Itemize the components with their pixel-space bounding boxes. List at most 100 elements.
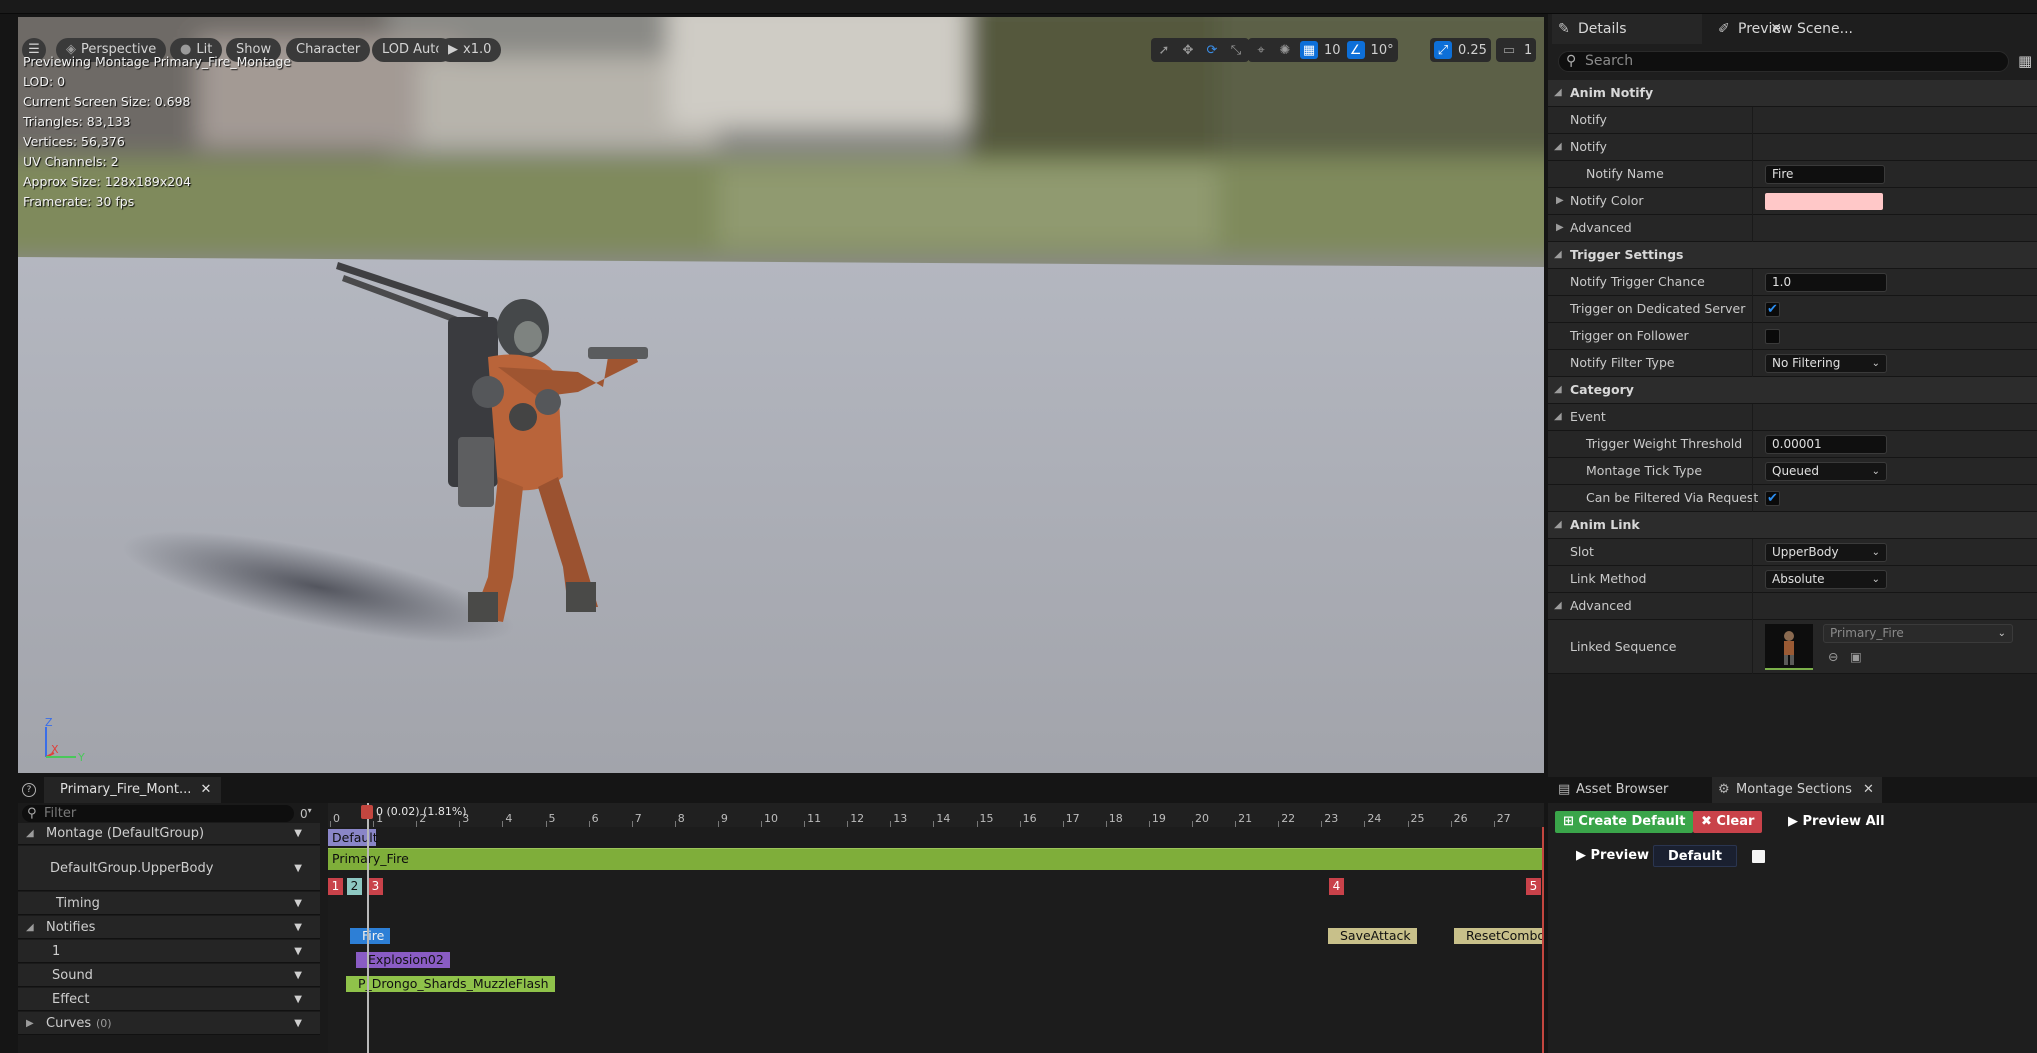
timing-marker-2[interactable]: 2 bbox=[347, 878, 362, 895]
category-anim-link[interactable]: ◢ Anim Link bbox=[1548, 512, 2037, 539]
track-timing[interactable]: Timing ▼ bbox=[18, 892, 320, 915]
tab-details[interactable]: ✎ Details ✕ bbox=[1552, 14, 1782, 44]
segment-primary-fire[interactable]: Primary_Fire bbox=[328, 848, 1544, 870]
section-loop-checkbox[interactable] bbox=[1752, 850, 1765, 863]
trigger-chance-field[interactable]: 1.0 bbox=[1765, 273, 1887, 292]
rotate-icon[interactable]: ⟳ bbox=[1203, 41, 1221, 59]
tab-primary-fire-montage[interactable]: Primary_Fire_Mont... ✕ bbox=[44, 777, 222, 803]
row-advanced-a[interactable]: ▶ Advanced bbox=[1548, 215, 2037, 242]
notify-explosion[interactable]: Explosion02 bbox=[356, 952, 450, 968]
row-filter-type: Notify Filter Type No Filtering ⌄ bbox=[1548, 350, 2037, 377]
filter-type-dropdown[interactable]: No Filtering ⌄ bbox=[1765, 354, 1887, 373]
notify-save-attack[interactable]: SaveAttack bbox=[1328, 928, 1417, 944]
category-category[interactable]: ◢ Category bbox=[1548, 377, 2037, 404]
rotation-snap-icon[interactable]: ∠ bbox=[1346, 41, 1365, 59]
timeline-filter-input[interactable]: ⚲ Filter bbox=[22, 805, 294, 822]
track-montage-group[interactable]: ◢ Montage (DefaultGroup) ▼ bbox=[18, 823, 320, 845]
track-notify-1[interactable]: 1 ▼ bbox=[18, 940, 320, 963]
time-ruler[interactable]: 0 1 2 3 4 5 6 7 8 9 10 11 12 13 14 15 16 17 18 19 20 21 22 23 24… bbox=[328, 803, 1544, 827]
surface-snap-icon[interactable]: ✺ bbox=[1276, 41, 1294, 59]
tab-preview-scene[interactable]: ✐ Preview Scene... bbox=[1712, 14, 1853, 44]
dedicated-server-checkbox[interactable]: ✔ bbox=[1765, 302, 1780, 317]
notify-color-swatch[interactable] bbox=[1765, 193, 1883, 210]
preview-button[interactable]: ▶ Preview bbox=[1568, 845, 1657, 867]
notify-fire[interactable]: Fire bbox=[350, 928, 391, 944]
transform-tools: ➚ ✥ ⟳ ⤡ bbox=[1151, 38, 1249, 62]
track-notifies[interactable]: ◢ Notifies ▼ bbox=[18, 916, 320, 939]
close-icon[interactable]: ✕ bbox=[1863, 777, 1874, 803]
scale-snap-icon[interactable]: ⤢ bbox=[1434, 41, 1452, 59]
tab-montage-sections[interactable]: ⚙ Montage Sections ✕ bbox=[1712, 777, 1882, 803]
row-slot: Slot UpperBody ⌄ bbox=[1548, 539, 2037, 566]
filtered-request-checkbox[interactable]: ✔ bbox=[1765, 491, 1780, 506]
playhead-handle[interactable] bbox=[361, 805, 373, 819]
close-icon[interactable]: ✕ bbox=[200, 777, 211, 803]
track-sound[interactable]: Sound ▼ bbox=[18, 964, 320, 987]
dropdown-arrow-icon[interactable]: ▼ bbox=[294, 823, 302, 845]
help-icon[interactable]: ? bbox=[22, 783, 36, 797]
timing-marker-4[interactable]: 4 bbox=[1329, 878, 1344, 895]
notify-muzzle-flash[interactable]: P_Drongo_Shards_MuzzleFlash bbox=[346, 976, 555, 992]
row-event[interactable]: ◢ Event bbox=[1548, 404, 2037, 431]
dropdown-arrow-icon[interactable]: ▼ bbox=[294, 940, 302, 963]
track-curves[interactable]: ▶ Curves (0) ▼ bbox=[18, 1012, 320, 1035]
timeline-track-area[interactable]: 0 1 2 3 4 5 6 7 8 9 10 11 12 13 14 15 16 17 18 19 20 21 22 23 24… bbox=[328, 803, 1544, 1053]
dropdown-arrow-icon[interactable]: ▼ bbox=[294, 964, 302, 987]
ruler-tick-label: 5 bbox=[548, 812, 556, 825]
ruler-tick-mark bbox=[890, 821, 892, 827]
preview-all-button[interactable]: ▶ Preview All bbox=[1780, 811, 1893, 833]
dropdown-arrow-icon[interactable]: ▼ bbox=[294, 988, 302, 1011]
character-thumbnail-icon bbox=[1784, 631, 1794, 665]
rotation-snap-value[interactable]: 10° bbox=[1371, 43, 1394, 58]
link-method-dropdown[interactable]: Absolute ⌄ bbox=[1765, 570, 1887, 589]
section-default-button[interactable]: Default bbox=[1653, 845, 1737, 867]
grid-size-value[interactable]: 10 bbox=[1324, 43, 1341, 58]
category-trigger-settings[interactable]: ◢ Trigger Settings bbox=[1548, 242, 2037, 269]
scale-icon[interactable]: ⤡ bbox=[1227, 41, 1245, 59]
notify-reset-combo[interactable]: ResetCombo bbox=[1454, 928, 1544, 944]
track-slot[interactable]: DefaultGroup.UpperBody ▼ bbox=[18, 846, 320, 891]
viewport[interactable]: ☰ ◈ Perspective ● Lit Show Character LOD A… bbox=[18, 17, 1544, 773]
ruler-tick-mark bbox=[1407, 821, 1409, 827]
row-advanced-b[interactable]: ◢ Advanced bbox=[1548, 593, 2037, 620]
linked-sequence-thumbnail[interactable] bbox=[1765, 624, 1813, 670]
table-view-icon[interactable]: ▦ bbox=[2018, 52, 2032, 70]
select-icon[interactable]: ➚ bbox=[1155, 41, 1173, 59]
ruler-tick-mark bbox=[373, 821, 375, 827]
timing-marker-3[interactable]: 3 bbox=[368, 878, 383, 895]
details-search-input[interactable]: ⚲ Search bbox=[1558, 51, 2009, 72]
dropdown-arrow-icon[interactable]: ▼ bbox=[294, 1012, 302, 1035]
timing-marker-1[interactable]: 1 bbox=[328, 878, 343, 895]
camera-speed-value[interactable]: 1 bbox=[1524, 43, 1532, 58]
clear-button[interactable]: ✖ Clear bbox=[1693, 811, 1763, 833]
world-icon[interactable]: ⌖ bbox=[1252, 41, 1270, 59]
slot-dropdown[interactable]: UpperBody ⌄ bbox=[1765, 543, 1887, 562]
play-speed-button[interactable]: ▶ x1.0 bbox=[438, 38, 502, 62]
character-button[interactable]: Character bbox=[286, 38, 371, 62]
stats-preview-line: Previewing Montage Primary_Fire_Montage bbox=[23, 54, 292, 69]
browse-asset-icon[interactable]: ⊖ bbox=[1828, 650, 1838, 664]
row-notify-b[interactable]: ◢ Notify bbox=[1548, 134, 2037, 161]
category-anim-notify[interactable]: ◢ Anim Notify bbox=[1548, 80, 2037, 107]
dropdown-arrow-icon[interactable]: ▼ bbox=[294, 892, 302, 915]
dropdown-arrow-icon[interactable]: ▼ bbox=[294, 916, 302, 939]
dropdown-arrow-icon[interactable]: ▼ bbox=[294, 846, 302, 891]
open-asset-icon[interactable]: ▣ bbox=[1850, 650, 1862, 664]
notify-name-field[interactable]: Fire bbox=[1765, 165, 1885, 184]
weight-threshold-field[interactable]: 0.00001 bbox=[1765, 435, 1887, 454]
tab-asset-browser[interactable]: ▤ Asset Browser bbox=[1552, 777, 1668, 803]
playhead-line[interactable] bbox=[367, 803, 369, 1053]
linked-sequence-dropdown[interactable]: Primary_Fire ⌄ bbox=[1823, 624, 2013, 643]
scale-snap-value[interactable]: 0.25 bbox=[1458, 43, 1487, 58]
create-default-button[interactable]: ⊞ Create Default bbox=[1555, 811, 1694, 833]
timing-marker-5[interactable]: 5 bbox=[1526, 878, 1541, 895]
follower-checkbox[interactable] bbox=[1765, 329, 1780, 344]
tick-type-dropdown[interactable]: Queued ⌄ bbox=[1765, 462, 1887, 481]
camera-icon[interactable]: ▭ bbox=[1500, 41, 1518, 59]
frame-counter[interactable]: 0▾ bbox=[300, 806, 312, 821]
translate-icon[interactable]: ✥ bbox=[1179, 41, 1197, 59]
track-effect[interactable]: Effect ▼ bbox=[18, 988, 320, 1011]
chevron-down-icon: ⌄ bbox=[1871, 358, 1880, 369]
row-linked-sequence: Linked Sequence Primary_Fire ⌄ ⊖ ▣ bbox=[1548, 620, 2037, 674]
grid-snap-icon[interactable]: ▦ bbox=[1300, 41, 1318, 59]
